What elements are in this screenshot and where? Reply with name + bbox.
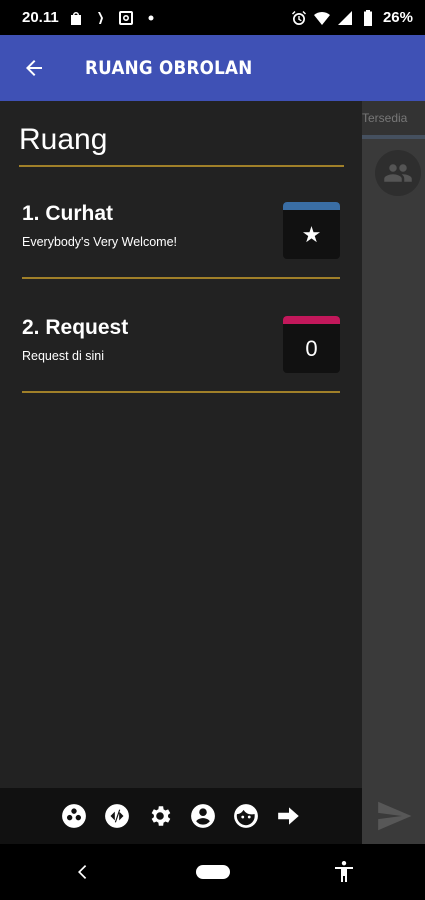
rooms-drawer: Ruang 1. Curhat Everybody's Very Welcome… <box>0 101 362 844</box>
dots-circle-icon <box>62 804 86 828</box>
battery-percent: 26% <box>382 9 413 26</box>
tab-indicator <box>362 135 425 139</box>
home-pill-button[interactable] <box>196 865 230 879</box>
tab-label: Tersedia <box>362 111 408 125</box>
code-circle-button[interactable] <box>103 802 131 830</box>
people-button[interactable] <box>375 150 421 196</box>
bag-icon <box>68 10 84 26</box>
wifi-icon <box>313 10 330 26</box>
status-time: 20.11 <box>22 9 59 26</box>
room-item-curhat[interactable]: 1. Curhat Everybody's Very Welcome! ★ <box>22 202 340 312</box>
people-icon <box>384 164 412 182</box>
tab-tersedia[interactable]: Tersedia <box>362 101 425 139</box>
settings-button[interactable] <box>146 802 174 830</box>
nav-back-icon <box>78 865 87 879</box>
room-badge: ★ <box>283 202 340 259</box>
alarm-icon <box>291 10 307 26</box>
accessibility-icon <box>335 861 353 882</box>
background-chat-panel: Tersedia <box>362 101 425 788</box>
drawer-toolbar <box>0 788 362 844</box>
page-title: RUANG OBROLAN <box>85 57 253 79</box>
room-badge: 0 <box>283 316 340 373</box>
badge-band <box>283 316 340 324</box>
account-icon <box>191 804 215 828</box>
gear-icon <box>151 806 171 826</box>
back-button[interactable] <box>10 44 58 92</box>
signal-icon <box>337 10 353 26</box>
room-divider <box>22 277 340 279</box>
system-nav-bar <box>0 844 425 900</box>
drawer-divider <box>19 165 344 167</box>
room-name: 1. Curhat <box>22 202 114 225</box>
badge-band <box>283 202 340 210</box>
arrow-right-icon <box>278 807 299 825</box>
send-icon <box>377 801 411 831</box>
room-description: Everybody's Very Welcome! <box>22 235 177 249</box>
drawer-title: Ruang <box>19 123 108 156</box>
face-button[interactable] <box>232 802 260 830</box>
room-name: 2. Request <box>22 316 129 339</box>
code-circle-icon <box>105 804 129 828</box>
badge-value: ★ <box>301 221 322 247</box>
exit-button[interactable] <box>275 802 303 830</box>
status-bar: 20.11 26% <box>0 0 425 35</box>
send-button[interactable] <box>362 788 425 844</box>
face-icon <box>234 804 258 828</box>
room-item-request[interactable]: 2. Request Request di sini 0 <box>22 316 340 426</box>
arrow-left-icon <box>26 60 42 76</box>
account-button[interactable] <box>189 802 217 830</box>
app-bar: RUANG OBROLAN <box>0 35 425 101</box>
battery-icon <box>360 9 376 26</box>
nfc-icon <box>93 10 109 26</box>
room-description: Request di sini <box>22 349 104 363</box>
room-divider <box>22 391 340 393</box>
instagram-icon <box>118 10 134 26</box>
dots-circle-button[interactable] <box>60 802 88 830</box>
accessibility-button[interactable] <box>330 858 358 886</box>
badge-value: 0 <box>305 335 318 361</box>
nav-back-button[interactable] <box>72 858 92 886</box>
dot-icon <box>143 10 159 26</box>
